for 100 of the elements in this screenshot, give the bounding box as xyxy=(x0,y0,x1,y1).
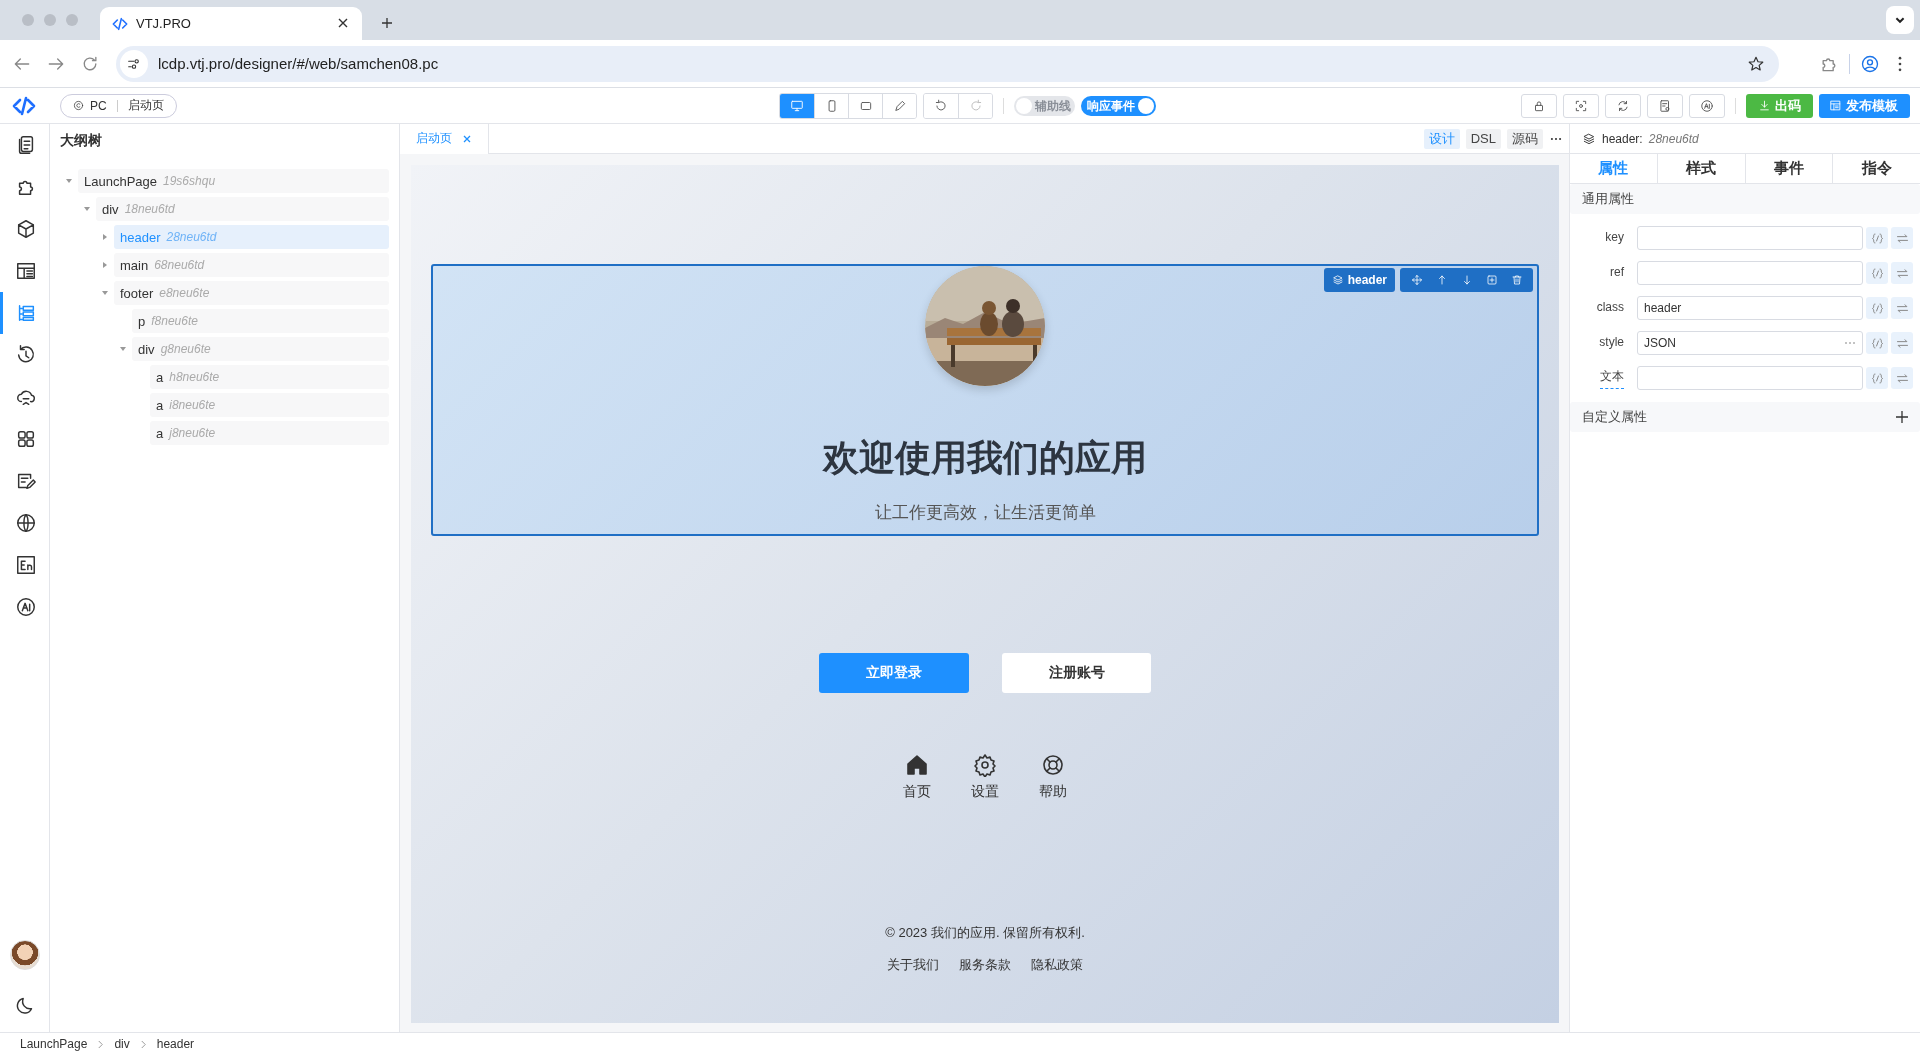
page-label: 启动页 xyxy=(127,97,164,114)
chevron-right-icon xyxy=(97,1039,105,1049)
add-icon[interactable] xyxy=(1896,411,1908,423)
selected-header-section[interactable]: header 欢迎使用我们的应用 让工作更高效，让生活更简单 xyxy=(431,264,1539,536)
site-settings-icon[interactable] xyxy=(120,49,148,78)
ai-icon xyxy=(15,596,37,618)
close-icon[interactable] xyxy=(338,17,350,30)
lifebuoy-icon xyxy=(1041,753,1065,777)
nav-link[interactable]: 首页 xyxy=(903,783,931,801)
binding-button[interactable] xyxy=(1866,332,1888,354)
preview-button[interactable] xyxy=(1563,93,1599,118)
refresh-icon xyxy=(1616,98,1630,113)
tab-title: VTJ.PRO xyxy=(136,16,192,31)
binding-button[interactable] xyxy=(1866,262,1888,284)
eye-icon xyxy=(1574,98,1588,113)
field-label: ref xyxy=(1610,264,1624,281)
avatar[interactable] xyxy=(9,940,40,970)
tree-node[interactable]: LaunchPage 19s6shqu xyxy=(78,169,389,193)
register-button[interactable]: 注册账号 xyxy=(1002,653,1151,693)
node-id: 28neu6td xyxy=(1648,131,1699,146)
switch-button[interactable] xyxy=(1891,227,1913,249)
new-tab-icon[interactable] xyxy=(382,18,394,30)
home-icon xyxy=(905,753,929,777)
logo-icon xyxy=(112,15,128,32)
switch-button[interactable] xyxy=(1891,332,1913,354)
tree-node[interactable]: a h8neu6te xyxy=(150,365,389,389)
tablet-icon xyxy=(858,99,873,113)
view-tab[interactable]: 源码 xyxy=(1507,128,1543,149)
lock-icon xyxy=(1532,98,1546,113)
copyright-text: © 2023 我们的应用. 保留所有权利. xyxy=(885,924,1085,942)
breadcrumb-item[interactable]: div xyxy=(114,1037,130,1051)
redo-icon xyxy=(968,99,983,113)
tree-node[interactable]: footer e8neu6te xyxy=(114,281,389,305)
switch-button[interactable] xyxy=(1891,367,1913,389)
nav-link[interactable]: 帮助 xyxy=(1039,783,1067,801)
browser-tab[interactable]: VTJ.PRO xyxy=(100,7,362,40)
download-icon xyxy=(1758,99,1771,112)
profile-icon[interactable] xyxy=(1860,53,1880,74)
binding-button[interactable] xyxy=(1866,297,1888,319)
lock-button[interactable] xyxy=(1521,93,1557,118)
page-title: 欢迎使用我们的应用 xyxy=(823,436,1147,480)
field-label: 文本 xyxy=(1600,367,1624,389)
field-label: style xyxy=(1599,334,1624,351)
move-icon xyxy=(1410,274,1423,286)
footer-link[interactable]: 服务条款 xyxy=(959,956,1011,974)
subtitle: 让工作更高效，让生活更简单 xyxy=(874,502,1096,524)
undo-icon xyxy=(934,99,948,113)
add-box-icon xyxy=(1485,274,1498,286)
breadcrumb-item[interactable]: LaunchPage xyxy=(20,1037,88,1051)
settings-doc-button[interactable] xyxy=(1647,93,1683,118)
section-header: 通用属性 xyxy=(1570,184,1920,214)
star-icon[interactable] xyxy=(1747,54,1765,73)
selection-label[interactable]: header xyxy=(1323,268,1395,292)
node-name: header: xyxy=(1602,131,1643,146)
refresh-button[interactable] xyxy=(1605,93,1641,118)
switch-button[interactable] xyxy=(1891,262,1913,284)
chevron-down-icon[interactable] xyxy=(1886,6,1914,34)
language-icon xyxy=(15,554,37,576)
binding-button[interactable] xyxy=(1866,227,1888,249)
field-label: key xyxy=(1605,229,1624,246)
pencil-icon xyxy=(892,99,907,113)
breadcrumb-item[interactable]: header xyxy=(156,1037,195,1051)
url-text: lcdp.vtj.pro/designer/#/web/samchen08.pc xyxy=(158,55,440,72)
input-field[interactable] xyxy=(1637,226,1863,250)
tree-node[interactable]: p f8neu6te xyxy=(132,309,389,333)
globe-icon xyxy=(15,512,37,534)
section-header: 自定义属性 xyxy=(1570,402,1920,432)
tree-node[interactable]: div 18neu6td xyxy=(96,197,389,221)
address-bar[interactable]: lcdp.vtj.pro/designer/#/web/samchen08.pc xyxy=(116,45,1779,82)
tree-node[interactable]: a j8neu6te xyxy=(150,421,389,445)
chevron-right-icon xyxy=(139,1039,147,1049)
tree-node[interactable]: a i8neu6te xyxy=(150,393,389,417)
device-button[interactable] xyxy=(780,94,814,118)
copyright-circle-icon xyxy=(73,100,84,111)
document-gear-icon xyxy=(1658,98,1672,113)
footer-link[interactable]: 隐私政策 xyxy=(1031,956,1083,974)
field-label: class xyxy=(1596,299,1624,316)
ai-button[interactable] xyxy=(1689,93,1725,118)
nav-link[interactable]: 设置 xyxy=(971,783,999,801)
platform-label: PC xyxy=(90,98,107,113)
footer-link[interactable]: 关于我们 xyxy=(887,956,939,974)
input-field[interactable] xyxy=(1637,261,1863,285)
settings-icon xyxy=(973,753,997,777)
trash-icon xyxy=(1510,274,1523,286)
device-button[interactable] xyxy=(882,94,916,118)
template-icon xyxy=(15,260,37,282)
view-tab[interactable]: DSL xyxy=(1465,128,1501,149)
input-field[interactable]: JSON xyxy=(1637,331,1863,355)
cube-icon xyxy=(15,218,37,240)
tree-node[interactable]: main 68neu6td xyxy=(114,253,389,277)
input-field[interactable]: header xyxy=(1637,296,1863,320)
binding-button[interactable] xyxy=(1866,367,1888,389)
input-field[interactable] xyxy=(1637,366,1863,390)
switch-button[interactable] xyxy=(1891,297,1913,319)
ai-icon xyxy=(1700,98,1714,113)
monitor-icon xyxy=(790,99,804,113)
tree-node[interactable]: div g8neu6te xyxy=(132,337,389,361)
layout-icon xyxy=(1829,99,1842,112)
layers-icon xyxy=(1331,274,1344,286)
panel-title: 大纲树 xyxy=(60,132,103,150)
